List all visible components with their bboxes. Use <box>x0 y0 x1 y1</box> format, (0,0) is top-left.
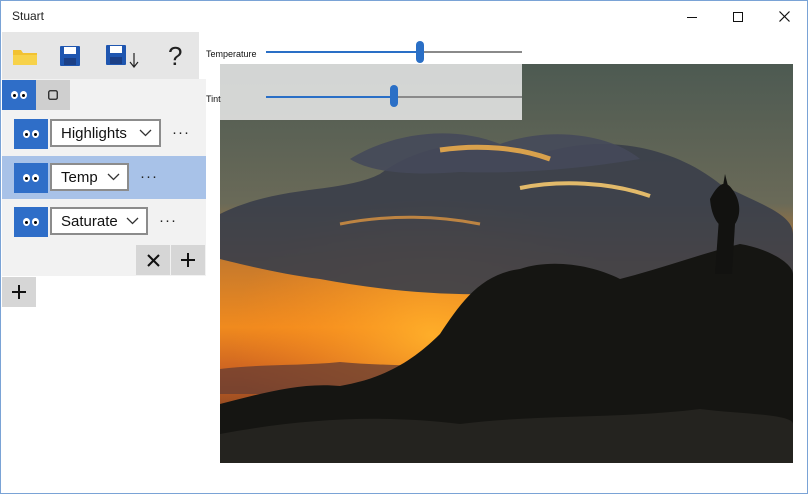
chevron-down-icon <box>126 217 139 225</box>
add-group-button[interactable] <box>2 277 36 307</box>
temperature-slider-thumb[interactable] <box>415 41 424 63</box>
mask-toggle-button[interactable] <box>36 80 70 110</box>
help-button[interactable]: ? <box>152 32 198 79</box>
open-folder-button[interactable] <box>2 32 48 79</box>
app-window: Stuart Temperature Tint ? Highlights ···… <box>0 0 808 494</box>
window-title: Stuart <box>12 9 45 23</box>
layer-type-dropdown[interactable]: Saturate <box>50 207 148 235</box>
plus-icon <box>12 285 26 299</box>
visibility-toggle-all[interactable] <box>2 80 36 110</box>
close-button[interactable] <box>761 1 807 32</box>
adjustment-sliders: Temperature Tint <box>203 34 522 120</box>
save-button[interactable] <box>47 32 93 79</box>
folder-icon <box>13 49 37 65</box>
close-icon <box>778 11 790 22</box>
floppy-disk-icon <box>60 45 80 66</box>
layer-visibility-toggle[interactable] <box>14 119 48 149</box>
save-as-button[interactable] <box>98 32 148 79</box>
slider-label-tint: Tint <box>206 94 221 104</box>
slider-overlay-background <box>220 64 522 120</box>
delete-layer-button[interactable] <box>136 245 170 275</box>
dropdown-value: Saturate <box>61 212 118 230</box>
add-layer-button[interactable] <box>171 245 205 275</box>
layer-more-button[interactable]: ··· <box>140 168 158 185</box>
tint-slider-thumb[interactable] <box>390 85 398 107</box>
close-icon <box>146 253 160 267</box>
layer-row-temp[interactable]: Temp ··· <box>2 156 206 199</box>
dropdown-value: Temp <box>61 168 98 186</box>
layer-more-button[interactable]: ··· <box>172 124 190 141</box>
minimize-button[interactable] <box>669 1 715 32</box>
svg-text:?: ? <box>168 43 182 69</box>
photo-canvas[interactable] <box>220 64 793 463</box>
slider-label-temperature: Temperature <box>206 49 257 59</box>
question-mark-icon: ? <box>168 43 182 69</box>
sunset-photo <box>220 64 793 463</box>
chevron-down-icon <box>107 173 120 181</box>
layer-type-dropdown[interactable]: Highlights <box>50 119 161 147</box>
eyes-icon <box>23 174 39 182</box>
plus-icon <box>181 253 195 267</box>
chevron-down-icon <box>139 129 152 137</box>
layer-row-saturate[interactable]: Saturate ··· <box>2 200 206 243</box>
maximize-button[interactable] <box>715 1 761 32</box>
eyes-icon <box>23 130 39 138</box>
eyes-icon <box>23 218 39 226</box>
toolbar: ? <box>2 32 199 79</box>
square-icon <box>48 90 58 100</box>
temperature-slider-fill <box>266 51 420 53</box>
layer-visibility-toggle[interactable] <box>14 207 48 237</box>
tint-slider-fill <box>266 96 394 98</box>
layer-type-dropdown[interactable]: Temp <box>50 163 129 191</box>
eyes-icon <box>11 91 27 99</box>
title-bar: Stuart <box>1 1 807 32</box>
layer-more-button[interactable]: ··· <box>159 212 177 229</box>
maximize-icon <box>733 11 743 22</box>
floppy-disk-download-icon <box>106 44 139 68</box>
layer-visibility-toggle[interactable] <box>14 163 48 193</box>
layer-row-highlights[interactable]: Highlights ··· <box>2 112 206 155</box>
dropdown-value: Highlights <box>61 124 127 142</box>
minimize-icon <box>687 16 697 18</box>
